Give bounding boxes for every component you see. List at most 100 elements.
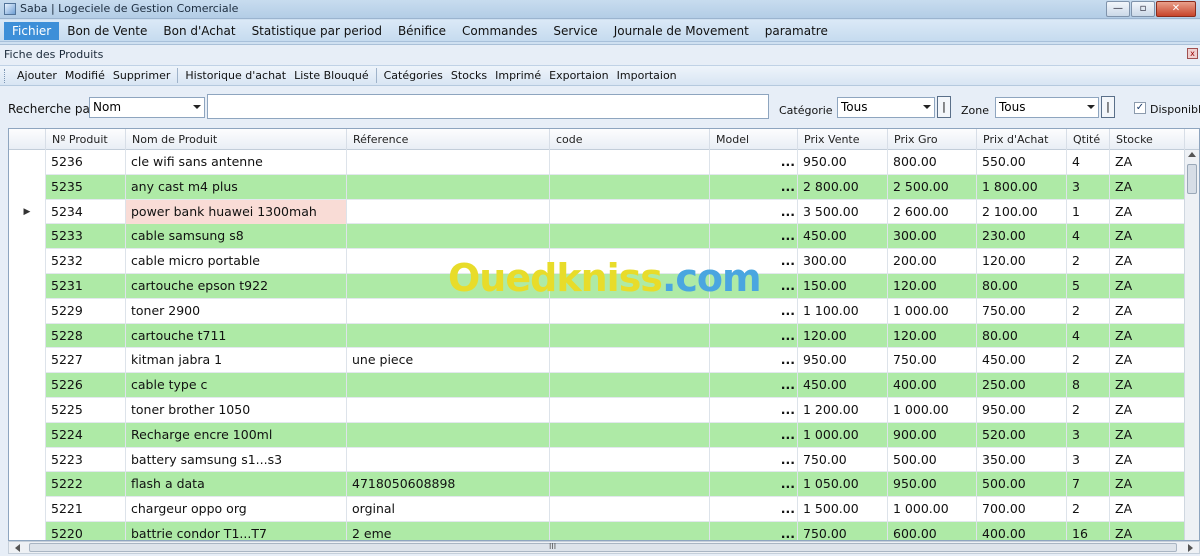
cell-prix-gro[interactable]: 900.00 (888, 422, 977, 448)
cell-nom-produit[interactable]: battery samsung s1...s3 (126, 447, 347, 473)
cell-no-produit[interactable]: 5231 (46, 274, 126, 299)
cell-reference[interactable] (347, 298, 550, 324)
cell-stocke[interactable]: ZA (1110, 373, 1185, 398)
cell-prix-gro[interactable]: 950.00 (888, 472, 977, 498)
cell-prix-achat[interactable]: 450.00 (977, 348, 1067, 374)
cell-stocke[interactable]: ZA (1110, 224, 1185, 250)
cell-prix-gro[interactable]: 750.00 (888, 348, 977, 374)
cell-qtite[interactable]: 16 (1067, 522, 1110, 540)
search-field-select[interactable]: Nom (89, 97, 205, 118)
col-header-model[interactable]: Model (710, 129, 798, 150)
menu-commandes[interactable]: Commandes (454, 22, 545, 40)
cell-stocke[interactable]: ZA (1110, 348, 1185, 374)
cell-reference[interactable] (347, 150, 550, 175)
menu-statistique[interactable]: Statistique par period (244, 22, 390, 40)
col-header-prix-gro[interactable]: Prix Gro (888, 129, 977, 150)
row-selector[interactable] (9, 522, 46, 540)
cell-model[interactable]: ... (710, 298, 798, 324)
cell-code[interactable] (550, 199, 710, 225)
cell-prix-vente[interactable]: 120.00 (798, 323, 888, 349)
cell-prix-vente[interactable]: 750.00 (798, 447, 888, 473)
col-header-reference[interactable]: Réference (347, 129, 550, 150)
cell-nom-produit[interactable]: toner brother 1050 (126, 398, 347, 423)
cell-prix-gro[interactable]: 1 000.00 (888, 398, 977, 423)
table-row[interactable]: ▶ 5234 power bank huawei 1300mah... 3 500.0… (9, 199, 1185, 225)
cell-prix-achat[interactable]: 700.00 (977, 497, 1067, 522)
row-selector[interactable] (9, 348, 46, 374)
col-header-prix-vente[interactable]: Prix Vente (798, 129, 888, 150)
cell-nom-produit[interactable]: toner 2900 (126, 298, 347, 324)
cell-code[interactable] (550, 522, 710, 540)
table-row[interactable]: 5233 cable samsung s8... 450.00 300.00 230.0… (9, 224, 1185, 250)
cell-code[interactable] (550, 323, 710, 349)
row-selector[interactable] (9, 298, 46, 324)
cell-prix-vente[interactable]: 3 500.00 (798, 199, 888, 225)
search-input[interactable] (207, 94, 769, 119)
cell-code[interactable] (550, 472, 710, 498)
cell-code[interactable] (550, 298, 710, 324)
imprime-button[interactable]: Imprimé (491, 69, 545, 82)
row-selector[interactable] (9, 422, 46, 448)
cell-model[interactable]: ... (710, 348, 798, 374)
cell-code[interactable] (550, 348, 710, 374)
cell-prix-achat[interactable]: 80.00 (977, 274, 1067, 299)
cell-qtite[interactable]: 3 (1067, 447, 1110, 473)
cell-no-produit[interactable]: 5227 (46, 348, 126, 374)
horizontal-scrollbar[interactable]: III (8, 541, 1200, 554)
cell-nom-produit[interactable]: chargeur oppo org (126, 497, 347, 522)
cell-stocke[interactable]: ZA (1110, 398, 1185, 423)
cell-prix-achat[interactable]: 230.00 (977, 224, 1067, 250)
cell-stocke[interactable]: ZA (1110, 497, 1185, 522)
cell-stocke[interactable]: ZA (1110, 422, 1185, 448)
cell-stocke[interactable]: ZA (1110, 174, 1185, 200)
cell-qtite[interactable]: 2 (1067, 348, 1110, 374)
cell-stocke[interactable]: ZA (1110, 274, 1185, 299)
cell-stocke[interactable]: ZA (1110, 472, 1185, 498)
row-selector[interactable] (9, 447, 46, 473)
menu-journale[interactable]: Journale de Movement (606, 22, 757, 40)
row-selector[interactable] (9, 224, 46, 250)
cell-prix-gro[interactable]: 600.00 (888, 522, 977, 540)
cell-reference[interactable] (347, 447, 550, 473)
cell-prix-achat[interactable]: 550.00 (977, 150, 1067, 175)
cell-no-produit[interactable]: 5222 (46, 472, 126, 498)
cell-prix-achat[interactable]: 520.00 (977, 422, 1067, 448)
cell-model[interactable]: ... (710, 447, 798, 473)
cell-prix-gro[interactable]: 400.00 (888, 373, 977, 398)
close-window-button[interactable]: ✕ (1156, 1, 1196, 17)
cell-reference[interactable] (347, 373, 550, 398)
menu-bon-de-vente[interactable]: Bon de Vente (59, 22, 155, 40)
vertical-scrollbar[interactable] (1184, 150, 1199, 540)
cell-code[interactable] (550, 447, 710, 473)
cell-reference[interactable]: une piece (347, 348, 550, 374)
cell-reference[interactable]: orginal (347, 497, 550, 522)
table-row[interactable]: 5229 toner 2900... 1 100.00 1 000.00 750.00 2… (9, 298, 1185, 324)
cell-code[interactable] (550, 373, 710, 398)
cell-prix-gro[interactable]: 120.00 (888, 274, 977, 299)
cell-stocke[interactable]: ZA (1110, 298, 1185, 324)
cell-nom-produit[interactable]: any cast m4 plus (126, 174, 347, 200)
row-selector[interactable] (9, 249, 46, 274)
cell-model[interactable]: ... (710, 422, 798, 448)
table-row[interactable]: 5235 any cast m4 plus... 2 800.00 2 500.00 1… (9, 174, 1185, 200)
cell-model[interactable]: ... (710, 199, 798, 225)
col-header-qtite[interactable]: Qtité (1067, 129, 1110, 150)
cell-prix-vente[interactable]: 1 100.00 (798, 298, 888, 324)
table-row[interactable]: 5232 cable micro portable... 300.00 200.00 1… (9, 249, 1185, 274)
cell-no-produit[interactable]: 5221 (46, 497, 126, 522)
table-row[interactable]: 5226 cable type c... 450.00 400.00 250.00 8 ZA (9, 373, 1185, 398)
cell-qtite[interactable]: 2 (1067, 497, 1110, 522)
cell-prix-vente[interactable]: 950.00 (798, 150, 888, 175)
cell-code[interactable] (550, 398, 710, 423)
table-row[interactable]: 5228 cartouche t711... 120.00 120.00 80.00 4 Z… (9, 323, 1185, 349)
liste-blouque-button[interactable]: Liste Blouqué (290, 69, 373, 82)
cell-prix-achat[interactable]: 750.00 (977, 298, 1067, 324)
table-row[interactable]: 5225 toner brother 1050... 1 200.00 1 000.0… (9, 398, 1185, 423)
cell-stocke[interactable]: ZA (1110, 150, 1185, 175)
cell-no-produit[interactable]: 5229 (46, 298, 126, 324)
cell-nom-produit[interactable]: cable samsung s8 (126, 224, 347, 250)
cell-nom-produit[interactable]: flash a data (126, 472, 347, 498)
cell-prix-vente[interactable]: 950.00 (798, 348, 888, 374)
col-header-stocke[interactable]: Stocke (1110, 129, 1185, 150)
cell-prix-achat[interactable]: 950.00 (977, 398, 1067, 423)
